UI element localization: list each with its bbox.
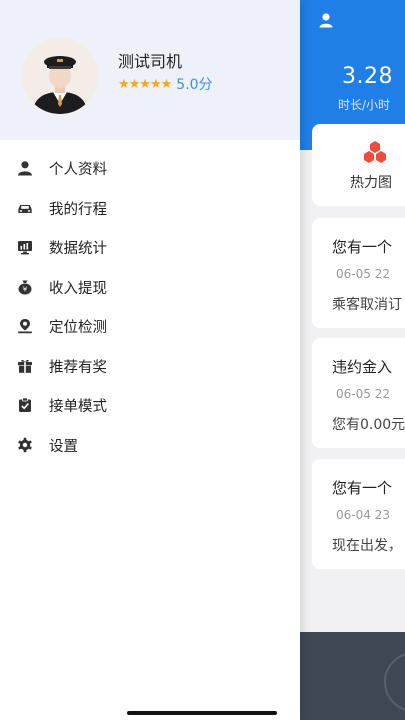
action-circle[interactable]: [384, 652, 405, 712]
menu-item-settings[interactable]: 设置: [0, 425, 300, 465]
menu-item-profile[interactable]: 个人资料: [0, 148, 300, 188]
message-card[interactable]: 您有一个 06-05 22 乘客取消订: [312, 218, 405, 328]
message-card[interactable]: 违约金入 06-05 22 您有0.00元: [312, 338, 405, 448]
message-card[interactable]: 您有一个 06-04 23 现在出发，: [312, 459, 405, 569]
money-bag-icon: ¥: [18, 280, 32, 294]
side-drawer: 测试司机 ★★★★★ 5.0分 个人资料 我的行程 数据统计 ¥ 收入提现 定位…: [0, 0, 300, 720]
menu-item-income-withdraw[interactable]: ¥ 收入提现: [0, 267, 300, 307]
user-icon: [18, 161, 32, 176]
stats-icon: [18, 241, 32, 255]
menu-item-label: 我的行程: [49, 201, 107, 218]
profile-header[interactable]: 测试司机 ★★★★★ 5.0分: [0, 0, 300, 140]
menu-item-label: 设置: [49, 438, 78, 455]
svg-text:¥: ¥: [23, 285, 28, 293]
menu-item-referral-reward[interactable]: 推荐有奖: [0, 346, 300, 386]
message-title: 违约金入: [332, 358, 393, 376]
driver-rating: ★★★★★ 5.0分: [118, 74, 213, 94]
menu-item-location-check[interactable]: 定位检测: [0, 306, 300, 346]
message-date: 06-05 22: [336, 387, 390, 401]
user-icon[interactable]: [318, 12, 334, 28]
message-date: 06-05 22: [336, 267, 390, 281]
message-date: 06-04 23: [336, 508, 390, 522]
home-indicator[interactable]: [127, 711, 277, 715]
message-title: 您有一个: [332, 479, 393, 497]
message-body: 您有0.00元: [332, 417, 405, 433]
avatar[interactable]: [22, 38, 98, 114]
heatmap-icon: [364, 141, 386, 163]
rating-score: 5.0分: [176, 77, 213, 93]
hours-value: 3.28: [342, 64, 393, 89]
menu-item-label: 定位检测: [49, 320, 107, 336]
hours-label: 时长/小时: [338, 98, 391, 112]
menu-item-label: 数据统计: [49, 241, 107, 257]
menu-item-statistics[interactable]: 数据统计: [0, 227, 300, 267]
message-body: 乘客取消订: [332, 297, 402, 313]
background-home-screen: 3.28 时长/小时 热力图 您有一个 06-05 22 乘客取消订 违约金入 …: [300, 0, 405, 720]
drawer-menu: 个人资料 我的行程 数据统计 ¥ 收入提现 定位检测 推荐有奖 接单模式 设置: [0, 148, 300, 464]
driver-name: 测试司机: [118, 52, 183, 71]
menu-item-label: 收入提现: [49, 280, 107, 297]
driver-avatar-icon: [22, 38, 98, 114]
gift-icon: [18, 359, 32, 373]
message-body: 现在出发，: [332, 538, 402, 554]
location-check-icon: [18, 319, 32, 334]
bottom-action-bar[interactable]: [300, 632, 405, 720]
menu-item-label: 个人资料: [49, 162, 107, 178]
menu-item-order-mode[interactable]: 接单模式: [0, 385, 300, 425]
gear-icon: [18, 437, 32, 452]
car-icon: [18, 204, 32, 213]
menu-item-my-trips[interactable]: 我的行程: [0, 188, 300, 228]
message-title: 您有一个: [332, 238, 393, 256]
clipboard-check-icon: [19, 397, 31, 412]
menu-item-label: 接单模式: [49, 399, 107, 415]
heatmap-card[interactable]: 热力图: [312, 124, 405, 206]
rating-stars: ★★★★★: [118, 76, 172, 92]
heatmap-label: 热力图: [350, 175, 392, 191]
menu-item-label: 推荐有奖: [49, 359, 107, 376]
